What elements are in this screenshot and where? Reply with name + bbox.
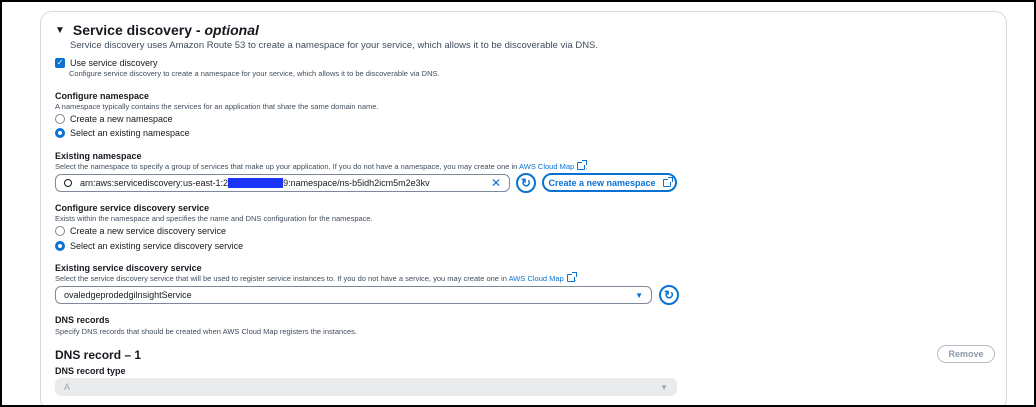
aws-cloud-map-link[interactable]: AWS Cloud Map [509,274,564,283]
existing-namespace-label: Existing namespace [55,151,142,161]
radio-icon[interactable] [55,226,65,236]
radio-existing-namespace[interactable]: Select an existing namespace [55,128,190,138]
radio-existing-service-label: Select an existing service discovery ser… [70,241,244,251]
refresh-icon: ↻ [520,176,532,190]
dns-record-type-select: A ▼ [55,378,677,396]
service-select-value: ovaledgeprodedgilnsightService [64,290,192,300]
configure-namespace-desc: A namespace typically contains the servi… [55,102,379,111]
use-service-discovery-checkbox[interactable]: ✓ Use service discovery [55,58,158,68]
redacted-account-id [228,178,284,188]
dns-records-label: DNS records [55,315,110,325]
namespace-input[interactable]: arn:aws:servicediscovery:us-east-1:2 9:na… [55,174,510,192]
configure-service-label: Configure service discovery service [55,203,210,213]
dns-record-title: DNS record – 1 [55,348,142,362]
radio-existing-service[interactable]: Select an existing service discovery ser… [55,241,243,251]
radio-create-namespace[interactable]: Create a new namespace [55,114,173,124]
check-icon[interactable]: ✓ [55,58,65,68]
search-icon [64,179,72,187]
caret-down-icon: ▼ [660,382,668,392]
use-service-discovery-label: Use service discovery [70,58,158,68]
radio-existing-namespace-label: Select an existing namespace [70,128,190,138]
existing-service-desc: Select the service discovery service tha… [55,272,577,283]
dns-record-type-value: A [64,382,71,392]
caret-down-icon[interactable]: ▼ [635,291,643,300]
external-link-icon [662,176,673,187]
radio-create-service-label: Create a new service discovery service [70,226,227,236]
namespace-value-prefix: arn:aws:servicediscovery:us-east-1:2 [80,178,229,188]
create-namespace-button[interactable]: Create a new namespace [542,173,677,192]
radio-selected-icon[interactable] [55,241,65,251]
namespace-refresh-button[interactable]: ↻ [516,173,536,193]
refresh-icon: ↻ [663,288,675,302]
section-description: Service discovery uses Amazon Route 53 t… [70,40,599,51]
clear-icon[interactable]: ✕ [491,176,501,190]
radio-icon[interactable] [55,114,65,124]
section-title: Service discovery - [72,22,205,38]
section-header[interactable]: ▼ Service discovery - optional [55,22,259,38]
aws-cloud-map-link[interactable]: AWS Cloud Map [519,162,574,171]
existing-namespace-desc: Select the namespace to specify a group … [55,160,588,171]
namespace-value-suffix: 9:namespace/ns-b5idh2icm5m2e3kv [283,178,430,188]
radio-selected-icon[interactable] [55,128,65,138]
service-refresh-button[interactable]: ↻ [659,285,679,305]
external-link-icon [566,272,577,282]
external-link-icon [577,160,588,170]
radio-create-service[interactable]: Create a new service discovery service [55,226,226,236]
use-service-discovery-desc: Configure service discovery to create a … [69,69,440,78]
radio-create-namespace-label: Create a new namespace [70,114,173,124]
service-select[interactable]: ovaledgeprodedgilnsightService ▼ [55,286,652,304]
configure-service-desc: Exists within the namespace and specifie… [55,214,373,223]
configure-namespace-label: Configure namespace [55,91,150,101]
caret-down-icon[interactable]: ▼ [55,25,65,36]
existing-service-label: Existing service discovery service [55,263,202,273]
create-namespace-label: Create a new namespace [548,177,656,188]
dns-records-desc: Specify DNS records that should be creat… [55,327,357,336]
remove-button-label: Remove [948,349,984,359]
dns-record-type-label: DNS record type [55,366,126,376]
section-title-optional: optional [204,22,259,38]
remove-button[interactable]: Remove [937,345,995,363]
